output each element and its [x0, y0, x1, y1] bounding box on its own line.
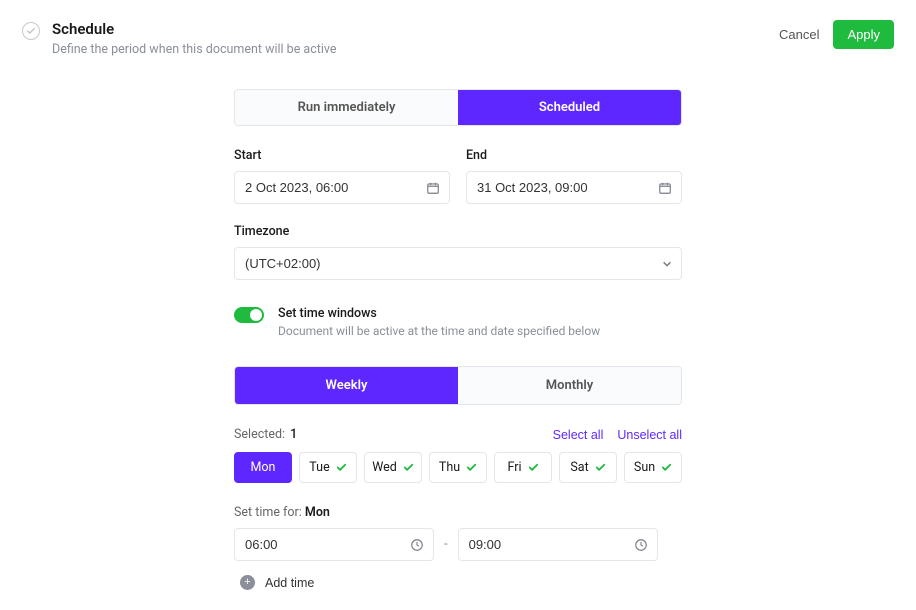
- toggle-label: Set time windows: [278, 306, 600, 321]
- tab-monthly[interactable]: Monthly: [458, 367, 681, 404]
- check-icon: [336, 462, 347, 473]
- timezone-label: Timezone: [234, 224, 682, 239]
- time-to-input[interactable]: [458, 528, 658, 561]
- selected-label: Selected:: [234, 427, 285, 442]
- check-icon: [528, 462, 539, 473]
- day-label: Sun: [634, 460, 655, 475]
- day-sun[interactable]: Sun: [624, 452, 682, 483]
- tab-run-immediately[interactable]: Run immediately: [235, 90, 458, 125]
- start-label: Start: [234, 148, 450, 163]
- time-from-input[interactable]: [234, 528, 434, 561]
- apply-button[interactable]: Apply: [833, 20, 894, 49]
- add-time-label: Add time: [265, 576, 314, 590]
- set-time-windows-toggle[interactable]: [234, 307, 264, 323]
- day-tue[interactable]: Tue: [299, 452, 357, 483]
- end-input[interactable]: [466, 171, 682, 204]
- set-time-prefix: Set time for:: [234, 505, 302, 520]
- start-input[interactable]: [234, 171, 450, 204]
- select-all-button[interactable]: Select all: [553, 428, 604, 442]
- timezone-select[interactable]: (UTC+02:00): [234, 247, 682, 280]
- day-label: Sat: [570, 460, 588, 475]
- day-label: Thu: [439, 460, 460, 475]
- check-icon: [403, 462, 414, 473]
- page-title: Schedule: [52, 20, 337, 38]
- check-icon: [466, 462, 477, 473]
- page-subtitle: Define the period when this document wil…: [52, 42, 337, 57]
- day-label: Fri: [507, 460, 521, 475]
- day-label: Tue: [309, 460, 329, 475]
- tab-weekly[interactable]: Weekly: [235, 367, 458, 404]
- end-label: End: [466, 148, 682, 163]
- step-status-icon: [22, 22, 40, 40]
- day-wed[interactable]: Wed: [364, 452, 422, 483]
- day-thu[interactable]: Thu: [429, 452, 487, 483]
- unselect-all-button[interactable]: Unselect all: [617, 428, 682, 442]
- selected-count: 1: [290, 427, 297, 442]
- tab-scheduled[interactable]: Scheduled: [458, 90, 681, 125]
- day-sat[interactable]: Sat: [559, 452, 617, 483]
- set-time-day: Mon: [305, 505, 330, 520]
- time-separator: -: [444, 537, 448, 552]
- check-icon: [595, 462, 606, 473]
- day-fri[interactable]: Fri: [494, 452, 552, 483]
- add-time-button[interactable]: + Add time: [234, 575, 314, 590]
- day-mon[interactable]: Mon: [234, 452, 292, 483]
- toggle-description: Document will be active at the time and …: [278, 324, 600, 338]
- mode-toggle: Run immediately Scheduled: [234, 89, 682, 126]
- plus-icon: +: [240, 575, 255, 590]
- cancel-button[interactable]: Cancel: [779, 27, 819, 42]
- day-label: Mon: [251, 460, 276, 475]
- check-icon: [661, 462, 672, 473]
- day-label: Wed: [372, 460, 397, 475]
- period-toggle: Weekly Monthly: [234, 366, 682, 405]
